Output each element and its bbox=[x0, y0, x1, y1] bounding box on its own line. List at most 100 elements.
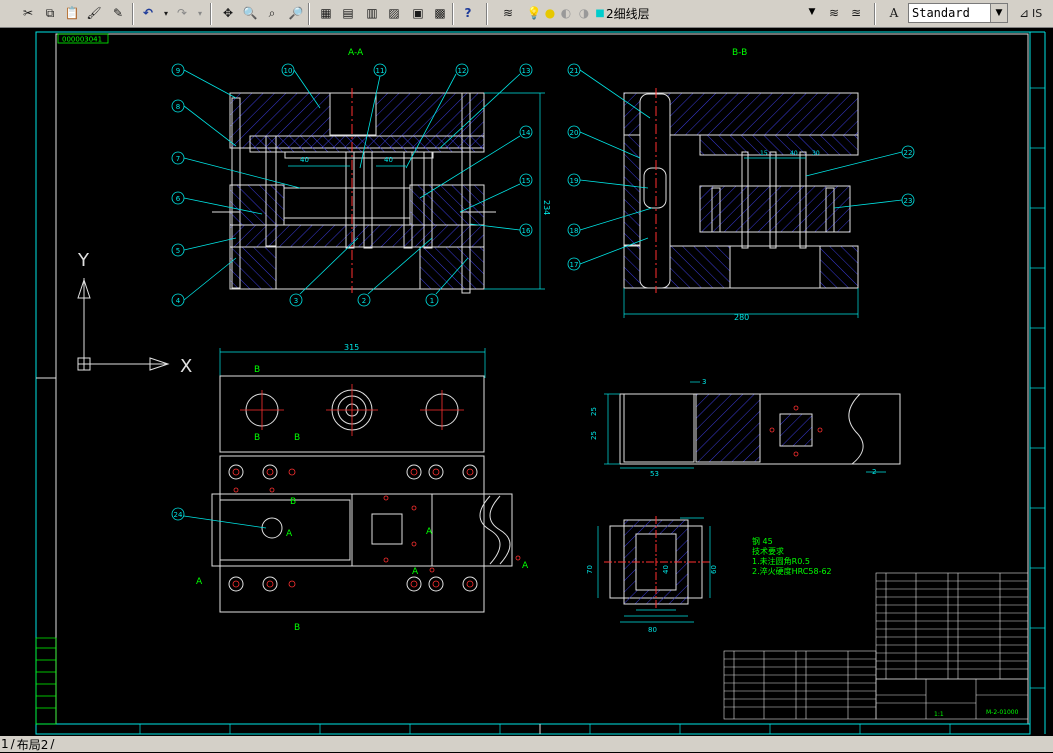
balloon-23: 23 bbox=[904, 197, 913, 205]
balloon-1: 1 bbox=[430, 297, 434, 305]
redo-dropdown-icon[interactable]: ▾ bbox=[190, 3, 210, 23]
balloon-17: 17 bbox=[570, 261, 579, 269]
section-mark-b-left: B bbox=[254, 433, 260, 443]
corner-label: 000003041 bbox=[62, 36, 102, 44]
section-mark-b-top: B bbox=[254, 365, 260, 375]
balloon-16: 16 bbox=[522, 227, 531, 235]
dimension-style-icon[interactable]: ⊿ bbox=[1014, 3, 1034, 23]
cut-icon[interactable]: ✂ bbox=[18, 3, 38, 23]
detail-small-part-view: 70 40 60 80 bbox=[586, 516, 718, 634]
section-mark-b-bottom: B bbox=[294, 623, 300, 633]
balloon-21: 21 bbox=[570, 67, 579, 75]
section-mark-b-plate: B bbox=[290, 497, 296, 507]
bom-table-right bbox=[875, 572, 1029, 680]
dim-d9: 80 bbox=[648, 626, 657, 634]
note-heading: 技术要求 bbox=[752, 546, 784, 556]
undo-icon[interactable]: ↶ bbox=[138, 3, 158, 23]
dim-b-15: 15 bbox=[760, 150, 768, 157]
calculator-icon[interactable]: ▩ bbox=[430, 3, 450, 23]
make-object-layer-current-icon[interactable]: ≋ bbox=[824, 3, 844, 23]
ucs-icon bbox=[77, 278, 170, 371]
balloon-15: 15 bbox=[522, 177, 531, 185]
layout-tab-2[interactable]: 布局2 bbox=[16, 736, 50, 753]
tool-palettes-icon[interactable]: ▥ bbox=[362, 3, 382, 23]
sheet-set-icon[interactable]: ▨ bbox=[384, 3, 404, 23]
redo-icon[interactable]: ↷ bbox=[172, 3, 192, 23]
dim-height-a: 234 bbox=[542, 200, 551, 215]
balloon-8: 8 bbox=[176, 103, 180, 111]
bom-table-left bbox=[723, 650, 877, 720]
section-mark-a-plate: A bbox=[286, 529, 293, 539]
dim-d1: 25 bbox=[590, 407, 598, 416]
text-style-icon[interactable]: A bbox=[884, 3, 904, 23]
balloon-5: 5 bbox=[176, 247, 180, 255]
balloon-24: 24 bbox=[174, 511, 183, 519]
balloon-10: 10 bbox=[284, 67, 293, 75]
balloon-22: 22 bbox=[904, 149, 913, 157]
markup-icon[interactable]: ▣ bbox=[408, 3, 428, 23]
pan-icon[interactable]: ✥ bbox=[218, 3, 238, 23]
text-style-name: Standard bbox=[912, 6, 970, 20]
section-mark-a-die: A bbox=[426, 527, 433, 537]
layer-dropdown[interactable]: 2细线层 ▼ bbox=[603, 3, 820, 23]
layout-tab-bar: 1 / 布局2 / bbox=[0, 736, 1053, 752]
copy-icon[interactable]: ⧉ bbox=[40, 3, 60, 23]
chevron-down-icon[interactable]: ▼ bbox=[990, 4, 1007, 22]
layer-previous-icon[interactable]: ≊ bbox=[846, 3, 866, 23]
balloon-7: 7 bbox=[176, 155, 180, 163]
section-a-a-view: 40 40 234 bbox=[212, 88, 551, 294]
title-scale: 1:1 bbox=[934, 711, 944, 718]
view-b-title: B-B bbox=[732, 48, 747, 58]
help-icon[interactable]: ? bbox=[458, 3, 478, 23]
title-drawing-number: M-2-01000 bbox=[986, 709, 1019, 716]
design-center-icon[interactable]: ▤ bbox=[338, 3, 358, 23]
chevron-down-icon[interactable]: ▼ bbox=[804, 3, 820, 21]
block-editor-icon[interactable]: ✎ bbox=[108, 3, 128, 23]
note-material: 钢 45 bbox=[752, 536, 773, 546]
layout-tab-1[interactable]: 1 bbox=[0, 737, 10, 751]
zoom-window-icon[interactable]: ⌕ bbox=[262, 3, 282, 23]
plan-view: 315 24 B B B B A A A A B A bbox=[171, 343, 529, 633]
section-mark-a-right: A bbox=[522, 561, 529, 571]
balloon-9: 9 bbox=[176, 67, 180, 75]
balloon-2: 2 bbox=[362, 297, 366, 305]
technical-notes: 钢 45 技术要求 1.未注圆角R0.5 2.淬火硬度HRC58-62 bbox=[752, 536, 832, 576]
note-1: 1.未注圆角R0.5 bbox=[752, 556, 810, 566]
dim-d6: 70 bbox=[586, 565, 594, 574]
properties-icon[interactable]: ▦ bbox=[316, 3, 336, 23]
layer-manager-icon[interactable]: ≋ bbox=[498, 3, 518, 23]
balloon-4: 4 bbox=[176, 297, 181, 305]
standard-toolbar: ✂ ⧉ 📋 🖌 ✎ ↶ ▾ ↷ ▾ ✥ 🔍 ⌕ 🔎 ▦ ▤ ▥ ▨ ▣ ▩ ? … bbox=[0, 0, 1053, 28]
drawing-canvas[interactable]: 000003041 Y X A-A 40 40 234 9 8 7 6 5 4 … bbox=[0, 28, 1053, 736]
layer-name: 2细线层 bbox=[606, 6, 650, 21]
left-revision-box bbox=[35, 637, 57, 725]
balloon-14: 14 bbox=[522, 129, 531, 137]
balloon-11: 11 bbox=[376, 67, 385, 75]
dim-d5: 2 bbox=[872, 468, 876, 476]
zoom-previous-icon[interactable]: 🔎 bbox=[286, 3, 306, 23]
dim-a-40-b: 40 bbox=[384, 156, 393, 164]
dimension-style-dropdown[interactable]: IS bbox=[1032, 3, 1053, 23]
paste-icon[interactable]: 📋 bbox=[62, 3, 82, 23]
ucs-x-label: X bbox=[180, 356, 192, 377]
section-mark-b-right: B bbox=[294, 433, 300, 443]
dim-d4: 3 bbox=[702, 378, 706, 386]
section-mark-a-left: A bbox=[196, 577, 203, 587]
dim-plan-width: 315 bbox=[344, 343, 359, 352]
match-properties-icon[interactable]: 🖌 bbox=[84, 3, 104, 23]
text-style-dropdown[interactable]: Standard ▼ bbox=[908, 3, 1008, 23]
ucs-y-label: Y bbox=[77, 250, 90, 271]
lock-icon[interactable]: ◐ bbox=[556, 3, 576, 23]
balloon-3: 3 bbox=[294, 297, 298, 305]
balloon-6: 6 bbox=[176, 195, 181, 203]
zoom-realtime-icon[interactable]: 🔍 bbox=[240, 3, 260, 23]
balloon-18: 18 bbox=[570, 227, 579, 235]
dim-d2: 25 bbox=[590, 431, 598, 440]
section-mark-a-mid: A bbox=[412, 567, 419, 577]
balloon-19: 19 bbox=[570, 177, 579, 185]
detail-part-view: 25 25 53 3 2 bbox=[590, 378, 901, 478]
dim-a-40-a: 40 bbox=[300, 156, 309, 164]
dim-d3: 53 bbox=[650, 470, 659, 478]
note-2: 2.淬火硬度HRC58-62 bbox=[752, 566, 832, 576]
balloon-12: 12 bbox=[458, 67, 467, 75]
